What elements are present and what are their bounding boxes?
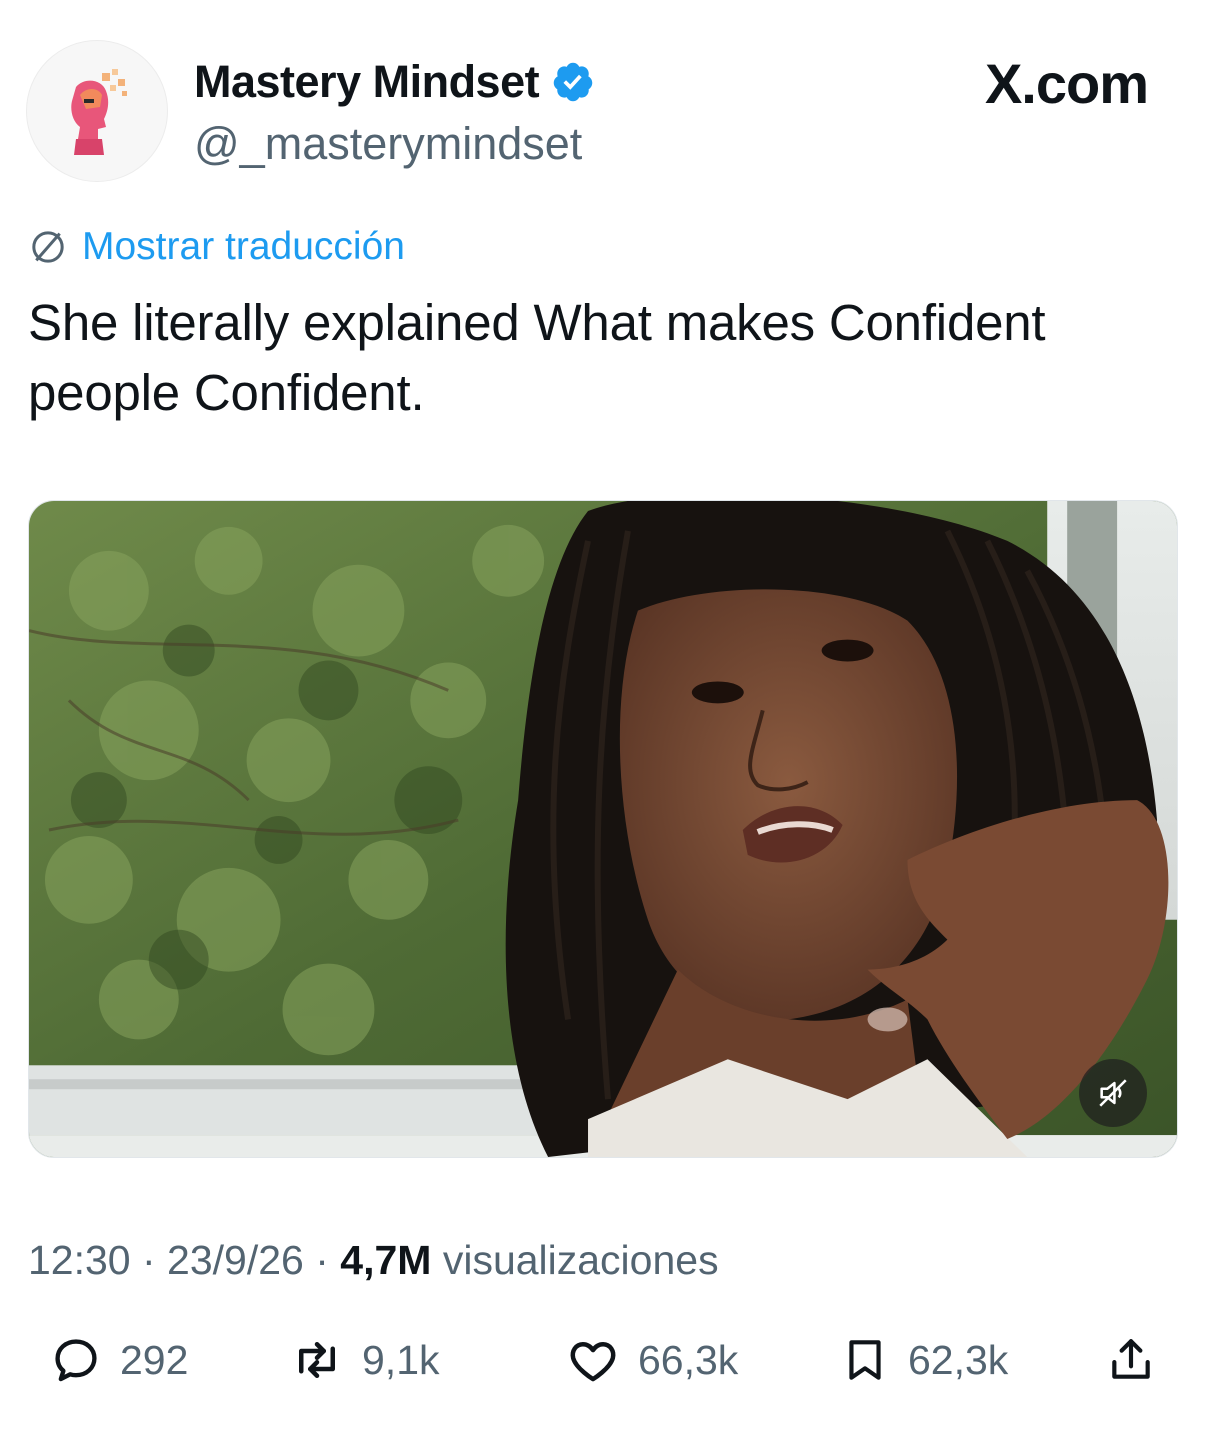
speaker-muted-icon <box>1099 1079 1127 1107</box>
mastery-mindset-logo-icon <box>71 69 127 155</box>
tweet-meta: 12:30 · 23/9/26 · 4,7M visualizaciones <box>28 1236 719 1284</box>
views-label: visualizaciones <box>431 1237 719 1283</box>
action-bar: 292 9,1k 66,3k 62,3k <box>0 1330 1206 1390</box>
bookmark-count: 62,3k <box>908 1336 1009 1383</box>
verified-badge-icon <box>551 60 595 104</box>
meta-separator: · <box>130 1237 168 1283</box>
like-button[interactable]: 66,3k <box>566 1330 738 1390</box>
heart-icon <box>570 1342 616 1382</box>
tweet-date[interactable]: 23/9/26 <box>167 1237 304 1283</box>
tweet-text: She literally explained What makes Confi… <box>28 294 1046 421</box>
views-count[interactable]: 4,7M <box>340 1237 431 1283</box>
mute-toggle-button[interactable] <box>1079 1059 1147 1127</box>
share-button[interactable] <box>1106 1330 1156 1390</box>
video-player[interactable] <box>28 500 1178 1158</box>
repost-icon <box>299 1342 335 1378</box>
reply-icon <box>55 1339 97 1382</box>
reply-count: 292 <box>120 1336 189 1383</box>
repost-count: 9,1k <box>362 1336 440 1383</box>
bookmark-icon <box>849 1340 881 1380</box>
author-display-name[interactable]: Mastery Mindset <box>194 56 540 108</box>
show-translation-link[interactable]: Mostrar traducción <box>28 224 405 270</box>
video-frame <box>29 501 1177 1157</box>
author-handle[interactable]: @_masterymindset <box>194 118 582 170</box>
avatar[interactable] <box>26 40 168 182</box>
repost-button[interactable]: 9,1k <box>290 1330 440 1390</box>
tweet-time[interactable]: 12:30 <box>28 1237 131 1283</box>
globe-icon <box>28 227 68 267</box>
author-name-row[interactable]: Mastery Mindset <box>194 56 595 108</box>
like-count: 66,3k <box>638 1336 739 1383</box>
site-label: X.com <box>984 52 1149 115</box>
reply-button[interactable]: 292 <box>50 1330 188 1390</box>
show-translation-label[interactable]: Mostrar traducción <box>82 224 405 270</box>
meta-separator: · <box>303 1237 341 1283</box>
bookmark-button[interactable]: 62,3k <box>840 1330 1008 1390</box>
share-icon <box>1112 1339 1150 1379</box>
